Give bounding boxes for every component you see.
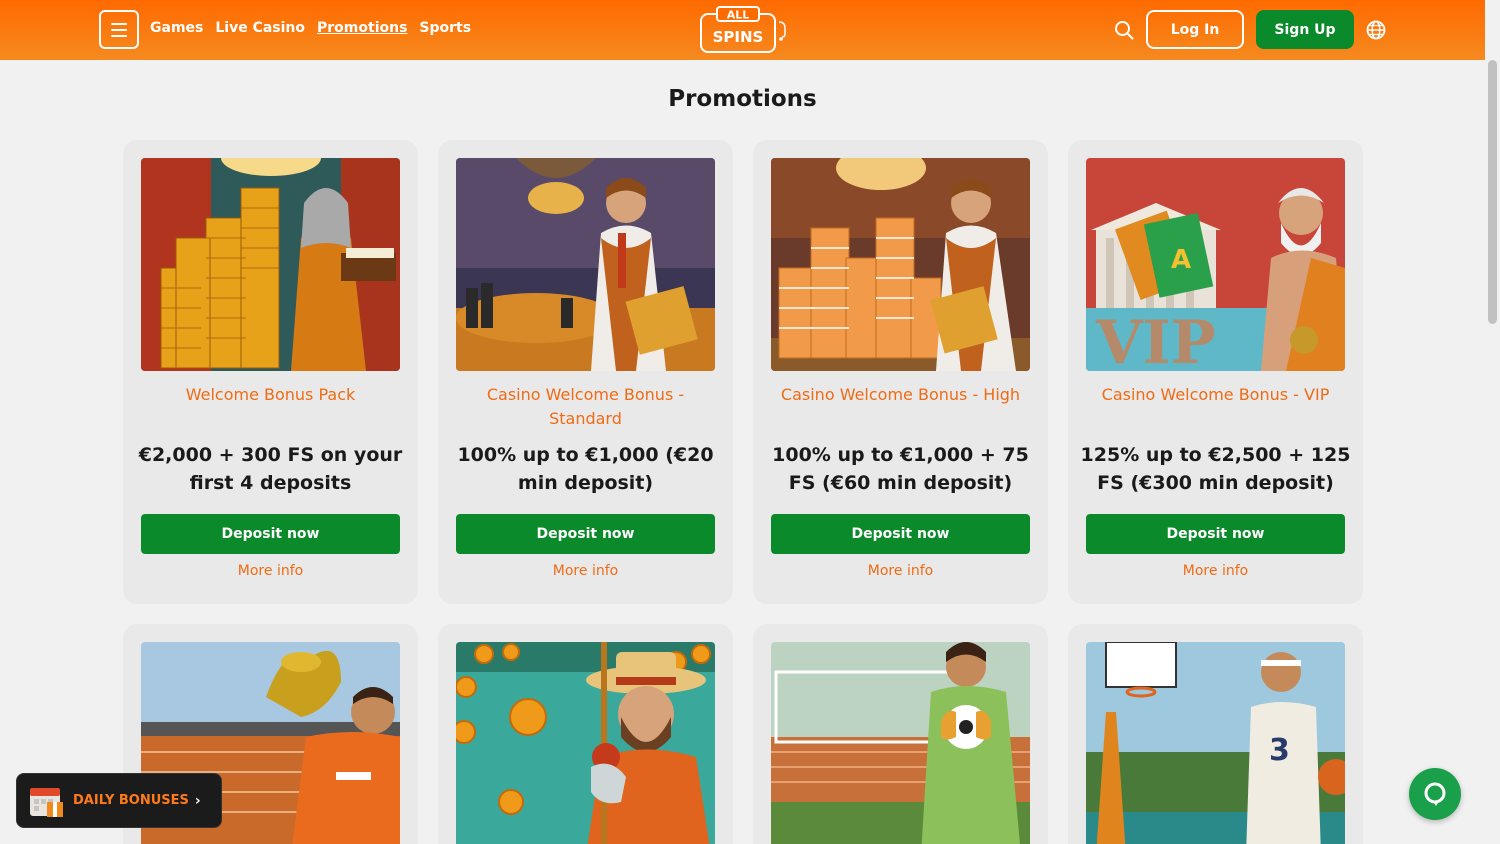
deposit-now-button[interactable]: Deposit now [771, 514, 1030, 554]
promo-card: Casino Welcome Bonus - Standard 100% up … [438, 140, 733, 604]
daily-bonuses-label: DAILY BONUSES [73, 793, 189, 808]
signup-button[interactable]: Sign Up [1256, 10, 1354, 49]
promo-title: Welcome Bonus Pack [185, 385, 356, 404]
daily-bonuses-button[interactable]: DAILY BONUSES › [16, 773, 222, 828]
page-title: Promotions [668, 86, 817, 112]
promo-card: Casino Welcome Bonus - High 100% up to €… [753, 140, 1048, 604]
promo-card: Welcome Bonus Pack €2,000 + 300 FS on yo… [123, 140, 418, 604]
deposit-now-button[interactable]: Deposit now [456, 514, 715, 554]
promo-title: Casino Welcome Bonus - Standard [486, 385, 685, 428]
svg-text:3: 3 [1269, 733, 1290, 768]
promo-offer: 100% up to €1,000 + 75 FS (€60 min depos… [772, 444, 1029, 494]
chevron-right-icon: › [194, 792, 201, 809]
nav-games[interactable]: Games [150, 20, 203, 36]
more-info-link[interactable]: More info [456, 563, 715, 579]
promo-image-vip[interactable]: VIP A [1086, 158, 1345, 371]
nav-sports[interactable]: Sports [419, 20, 471, 36]
login-button[interactable]: Log In [1146, 10, 1244, 49]
hamburger-menu-button[interactable] [99, 10, 139, 49]
svg-text:A: A [1171, 245, 1191, 275]
promo-image-basketball[interactable]: 3 [1086, 642, 1345, 844]
site-logo[interactable]: ALL SPINS [699, 6, 789, 54]
promo-image-dealer[interactable] [456, 158, 715, 371]
promo-image-goalkeeper[interactable] [771, 642, 1030, 844]
chat-button[interactable] [1409, 768, 1461, 820]
menu-bar [111, 34, 127, 37]
deposit-now-button[interactable]: Deposit now [1086, 514, 1345, 554]
site-header: Games Live Casino Promotions Sports ALL … [0, 0, 1485, 60]
promo-image-cowboy[interactable] [456, 642, 715, 844]
logo-line2: SPINS [713, 28, 764, 46]
scrollbar-thumb[interactable] [1488, 60, 1497, 324]
promo-offer: 100% up to €1,000 (€20 min deposit) [457, 444, 714, 494]
promo-title: Casino Welcome Bonus - VIP [1101, 385, 1330, 404]
menu-bar [111, 28, 127, 31]
promo-image-dealer-chips[interactable] [771, 158, 1030, 371]
nav-live-casino[interactable]: Live Casino [215, 20, 305, 36]
promo-title: Casino Welcome Bonus - High [780, 385, 1021, 404]
promo-offer: €2,000 + 300 FS on your first 4 deposits [138, 444, 403, 494]
search-icon[interactable] [1113, 19, 1135, 41]
menu-bar [111, 22, 127, 25]
promo-card: 3 [1068, 624, 1363, 844]
promo-card [438, 624, 733, 844]
promo-offer: 125% up to €2,500 + 125 FS (€300 min dep… [1080, 444, 1351, 494]
more-info-link[interactable]: More info [1086, 563, 1345, 579]
deposit-now-button[interactable]: Deposit now [141, 514, 400, 554]
calendar-gift-icon [30, 787, 63, 817]
promo-card [753, 624, 1048, 844]
promo-card: VIP A Casino Welcome Bonus - VIP 125% up… [1068, 140, 1363, 604]
main-nav: Games Live Casino Promotions Sports [150, 20, 471, 36]
nav-promotions[interactable]: Promotions [317, 20, 407, 36]
svg-text:VIP: VIP [1095, 308, 1216, 371]
more-info-link[interactable]: More info [141, 563, 400, 579]
promo-image-wizard[interactable] [141, 158, 400, 371]
more-info-link[interactable]: More info [771, 563, 1030, 579]
chat-bubble-icon [1424, 782, 1446, 806]
globe-icon[interactable] [1365, 19, 1387, 41]
logo-line1: ALL [727, 9, 750, 22]
